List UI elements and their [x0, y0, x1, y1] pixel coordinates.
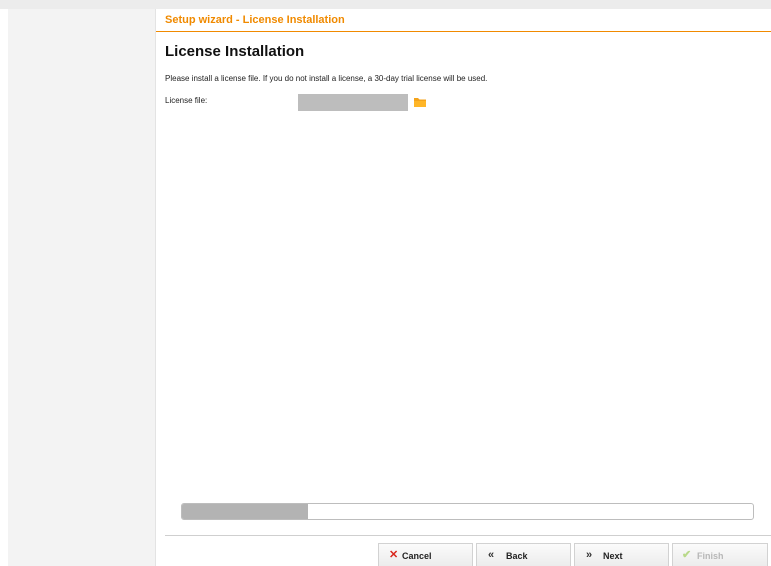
back-button-label: Back	[506, 551, 528, 561]
left-sidebar-panel	[8, 9, 156, 566]
license-file-label: License file:	[165, 96, 208, 105]
footer-divider	[165, 535, 771, 536]
page-title: License Installation	[165, 43, 305, 60]
license-description: Please install a license file. If you do…	[165, 74, 488, 83]
finish-button: ✔ Finish	[672, 543, 768, 566]
back-button[interactable]: « Back	[476, 543, 571, 566]
progress-bar-fill	[182, 504, 308, 519]
chevron-double-left-icon: «	[488, 549, 494, 561]
next-button[interactable]: » Next	[574, 543, 669, 566]
chevron-double-right-icon: »	[586, 549, 592, 561]
setup-wizard-page: Setup wizard - License Installation Lice…	[0, 0, 771, 566]
cancel-button-label: Cancel	[402, 551, 432, 561]
progress-bar	[181, 503, 754, 520]
top-border	[0, 0, 771, 9]
next-button-label: Next	[603, 551, 623, 561]
wizard-header-title: Setup wizard - License Installation	[165, 14, 345, 26]
finish-button-label: Finish	[697, 551, 724, 561]
close-x-icon: ✕	[389, 549, 399, 561]
license-file-input[interactable]	[298, 94, 408, 111]
cancel-button[interactable]: ✕ Cancel	[378, 543, 473, 566]
folder-icon[interactable]	[413, 96, 427, 108]
wizard-header: Setup wizard - License Installation	[156, 9, 771, 32]
checkmark-icon: ✔	[682, 549, 692, 561]
